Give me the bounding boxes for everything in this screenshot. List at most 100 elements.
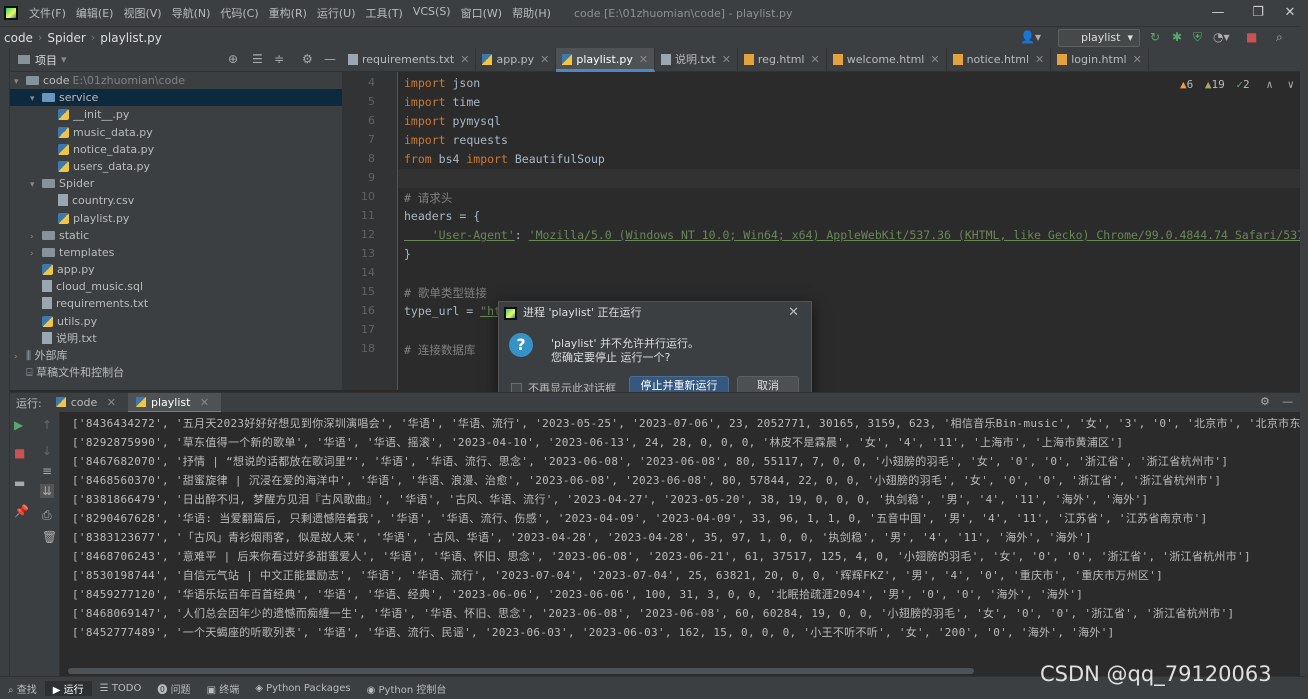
close-tab-icon[interactable]: ✕ [540,53,549,66]
arrow-down-icon[interactable]: ↓ [42,444,52,458]
editor-tab[interactable]: welcome.html ✕ [827,48,947,72]
chevron-up-icon[interactable]: ∧ [1266,78,1273,91]
menu-item[interactable]: 重构(R) [264,5,312,21]
editor-tab[interactable]: requirements.txt ✕ [342,48,477,72]
layout-icon[interactable]: ▬ [14,476,25,490]
coverage-icon[interactable]: ⛨ [1193,30,1202,45]
profile-icon[interactable]: ◔▾ [1213,30,1230,44]
chevron-down-icon[interactable]: ∨ [1288,78,1295,91]
code-token: } [404,247,411,261]
locate-icon[interactable]: ⊕ [228,52,238,66]
run-config-select[interactable]: playlist ▾ [1058,29,1140,47]
tree-item-py[interactable]: playlist.py [10,210,342,227]
menu-item[interactable]: 代码(C) [215,5,263,21]
html-file-icon [832,54,843,65]
editor-tab-label: 说明.txt [675,53,716,66]
arrow-up-icon[interactable]: ↑ [42,418,52,432]
menu-item[interactable]: 编辑(E) [71,5,119,21]
tree-item-py[interactable]: notice_data.py [10,141,342,158]
toolwindow-label: Python 控制台 [378,684,447,696]
tree-item-folder-blue[interactable]: ▾ service [10,89,342,107]
tree-item-lib[interactable]: › ⫼ 外部库 [10,347,342,364]
soft-wrap-icon[interactable]: ≡ [42,464,52,478]
toolwindow-console[interactable]: ◉ Python 控制台 [359,681,455,696]
tree-item-py[interactable]: utils.py [10,313,342,330]
search-everywhere-icon[interactable]: ⌕ [1276,30,1283,45]
toolwindow-list[interactable]: ☰ TODO [92,683,150,694]
user-icon[interactable]: 👤▾ [1020,30,1041,44]
menu-item[interactable]: 运行(U) [312,5,361,21]
menu-item[interactable]: 文件(F) [24,5,71,21]
toolwindow-packages[interactable]: ◈ Python Packages [247,683,358,694]
close-icon[interactable]: ✕ [788,302,799,324]
close-tab-icon[interactable]: ✕ [200,396,209,409]
gear-icon[interactable]: ⚙ [1260,395,1270,408]
editor-tab[interactable]: reg.html ✕ [738,48,827,72]
breadcrumb-project[interactable]: code [4,31,33,45]
rerun-icon[interactable]: ↻ [1150,30,1160,44]
print-icon[interactable]: ⎙ [42,508,52,523]
inspection-widget[interactable]: ▲6 ▲19 ✓2 ∧ ∨ [1180,78,1294,91]
tree-item-file[interactable]: country.csv [10,192,342,209]
stop-icon[interactable]: ■ [14,446,25,460]
editor-tab[interactable]: notice.html ✕ [947,48,1052,72]
chevron-down-icon[interactable]: ▾ [61,53,67,66]
close-tab-icon[interactable]: ✕ [930,53,939,66]
close-tab-icon[interactable]: ✕ [1035,53,1044,66]
scroll-to-end-icon[interactable]: ⇊ [40,484,55,498]
tree-item-file[interactable]: 说明.txt [10,330,342,347]
menu-item[interactable]: 导航(N) [167,5,216,21]
collapse-all-icon[interactable]: ≑ [274,52,284,66]
close-tab-icon[interactable]: ✕ [639,53,648,66]
expand-all-icon[interactable]: ☰ [252,52,263,66]
stop-icon[interactable]: ■ [1246,30,1257,44]
toolwindow-play[interactable]: ▶ 运行 [44,680,92,696]
toolwindow-problems[interactable]: ⓿ 问题 [149,681,198,696]
tree-item-py[interactable]: __init__.py [10,106,342,123]
tree-item-py[interactable]: users_data.py [10,158,342,175]
trash-icon[interactable]: 🗑 [42,530,57,544]
hide-panel-icon[interactable]: — [1282,395,1293,408]
breadcrumb-folder[interactable]: Spider [47,31,86,45]
editor-tab[interactable]: login.html ✕ [1051,48,1149,72]
tree-item-folder[interactable]: › static [10,227,342,244]
toolwindow-search[interactable]: ⌕ 查找 [0,681,45,696]
tree-item-file[interactable]: cloud_music.sql [10,278,342,295]
close-tab-icon[interactable]: ✕ [1133,53,1142,66]
tree-item-file[interactable]: requirements.txt [10,295,342,312]
tree-item-folder[interactable]: ▾ Spider [10,175,342,192]
tree-item-py[interactable]: music_data.py [10,124,342,141]
close-tab-icon[interactable]: ✕ [811,53,820,66]
menu-item[interactable]: 帮助(H) [507,5,556,21]
scrollbar-thumb[interactable] [68,668,974,674]
menu-item[interactable]: VCS(S) [408,5,456,21]
menu-item[interactable]: 工具(T) [361,5,408,21]
file-icon [58,194,68,207]
minimize-button[interactable]: — [1198,0,1238,26]
run-console-output[interactable]: ['8436434272', '五月天2023好好好想见到你深圳演唱会', '华… [60,412,1300,666]
hide-panel-icon[interactable]: — [324,52,336,66]
close-tab-icon[interactable]: ✕ [107,396,116,409]
gear-icon[interactable]: ⚙ [302,52,313,66]
run-tab-playlist[interactable]: playlist ✕ [127,392,222,413]
close-tab-icon[interactable]: ✕ [460,53,469,66]
text-file-icon [348,54,358,65]
close-tab-icon[interactable]: ✕ [722,53,731,66]
tree-item-folder[interactable]: ▾ code E:\01zhuomian\code [10,72,342,89]
editor-tab[interactable]: 说明.txt ✕ [655,48,738,72]
breadcrumb-file[interactable]: playlist.py [100,31,162,45]
editor-tab[interactable]: app.py ✕ [476,48,557,72]
project-panel-title[interactable]: 项目 [35,52,57,68]
menu-item[interactable]: 视图(V) [118,5,166,21]
rerun-icon[interactable]: ▶ [14,418,23,432]
menu-item[interactable]: 窗口(W) [456,5,507,21]
tree-item-scratch[interactable]: ⌸ 草稿文件和控制台 [10,364,342,381]
pin-icon[interactable]: 📌 [14,504,29,518]
tree-item-py[interactable]: app.py [10,261,342,278]
editor-tab[interactable]: playlist.py ✕ [556,48,656,72]
toolwindow-terminal[interactable]: ▣ 终端 [199,681,248,696]
close-window-button[interactable]: ✕ [1270,0,1308,26]
run-tab-code[interactable]: code ✕ [48,393,128,413]
tree-item-folder[interactable]: › templates [10,244,342,261]
debug-icon[interactable]: ✱ [1172,30,1182,44]
